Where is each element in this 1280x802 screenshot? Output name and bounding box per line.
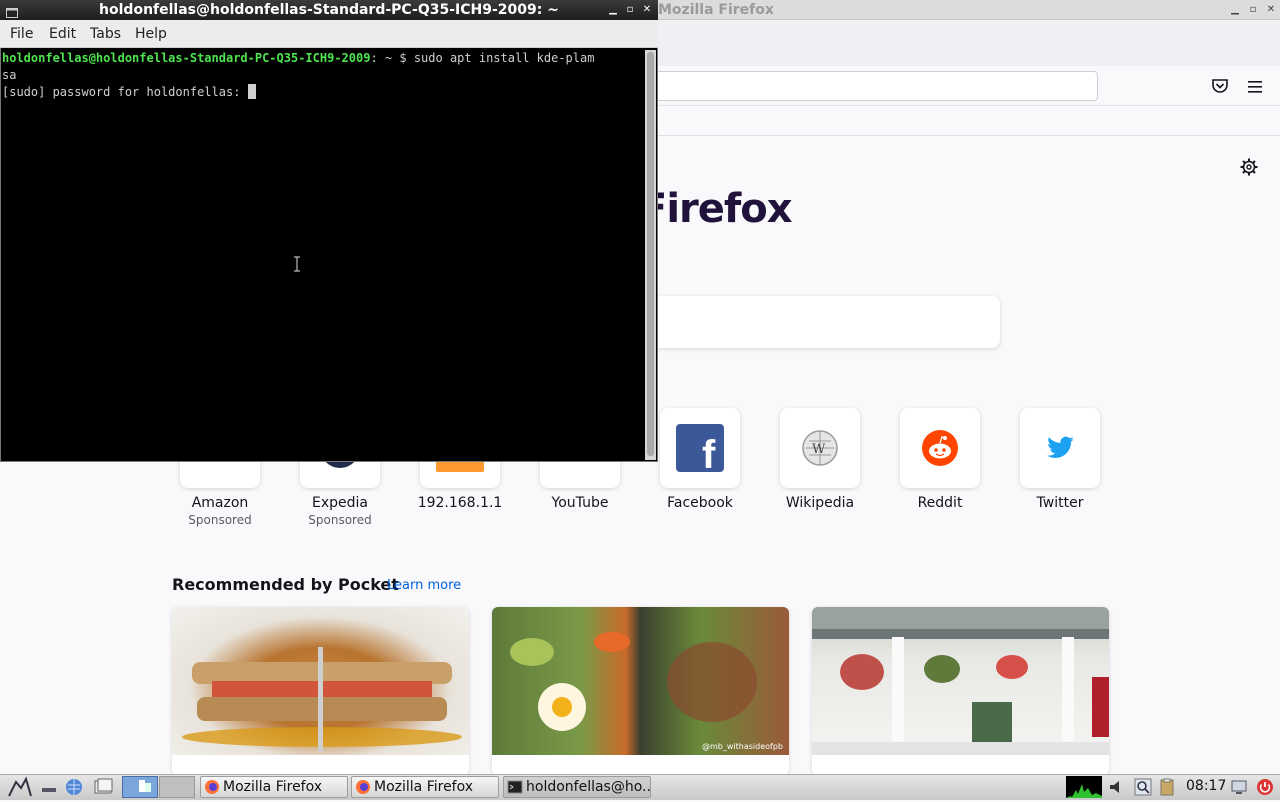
shortcut-label: YouTube — [551, 495, 609, 511]
pocket-card-image — [812, 607, 1109, 755]
terminal-line: holdonfellas@holdonfellas-Standard-PC-Q3… — [2, 50, 644, 67]
svg-text:W: W — [812, 442, 826, 457]
menu-file[interactable]: File — [10, 26, 33, 42]
firefox-minimize-button[interactable]: ▁ — [1228, 3, 1242, 17]
shortcut-facebook[interactable]: f — [660, 408, 740, 488]
shortcut-label: Amazon — [191, 495, 249, 511]
firefox-window-title: Mozilla Firefox — [658, 2, 774, 18]
sponsored-label: Sponsored — [188, 513, 252, 527]
firefox-icon — [204, 779, 220, 795]
shortcut-twitter[interactable] — [1020, 408, 1100, 488]
terminal-line: sa — [2, 68, 17, 82]
search-icon[interactable] — [1134, 778, 1152, 796]
terminal-minimize-button[interactable]: ▁ — [606, 3, 620, 17]
shortcut-label: Facebook — [667, 495, 733, 511]
browser-launcher-icon[interactable] — [64, 777, 84, 797]
volume-icon[interactable] — [1108, 778, 1126, 796]
shortcut-label: Expedia — [312, 495, 368, 511]
pocket-learn-more-link[interactable]: Learn more — [387, 578, 461, 593]
file-manager-icon[interactable] — [94, 778, 114, 796]
pocket-card[interactable] — [172, 607, 469, 775]
start-menu-icon[interactable] — [6, 776, 34, 798]
workspace-2-button[interactable] — [159, 776, 195, 798]
pocket-card[interactable]: @mb_withasideofpb — [492, 607, 789, 775]
firefox-brand-wordmark: Firefox — [640, 186, 793, 232]
firefox-icon — [355, 779, 371, 795]
terminal-maximize-button[interactable]: ▫ — [623, 3, 637, 17]
task-firefox-2[interactable]: Mozilla Firefox — [351, 776, 499, 798]
pocket-card-image: @mb_withasideofpb — [492, 607, 789, 755]
firefox-maximize-button[interactable]: ▫ — [1246, 3, 1260, 17]
firefox-close-button[interactable]: ✕ — [1264, 3, 1278, 17]
shortcut-label: Reddit — [917, 495, 963, 511]
terminal-scroll-thumb[interactable] — [647, 52, 654, 456]
reddit-icon — [921, 429, 959, 467]
cpu-monitor-graph — [1066, 776, 1102, 798]
terminal-title: holdonfellas@holdonfellas-Standard-PC-Q3… — [99, 2, 559, 18]
ibeam-cursor-icon — [293, 256, 301, 272]
workspace-1-button[interactable] — [122, 776, 158, 798]
terminal-line: [sudo] password for holdonfellas: — [2, 84, 644, 101]
pocket-save-icon[interactable] — [1211, 78, 1229, 94]
shortcut-label: Wikipedia — [785, 495, 855, 511]
prompt-user-host: holdonfellas@holdonfellas-Standard-PC-Q3… — [2, 51, 371, 65]
terminal-icon — [507, 779, 523, 795]
command-text: sudo apt install kde-plam — [413, 51, 595, 65]
shortcut-reddit[interactable] — [900, 408, 980, 488]
screen-lock-icon[interactable] — [1230, 778, 1248, 796]
app-menu-icon[interactable] — [1248, 79, 1264, 93]
image-watermark: @mb_withasideofpb — [702, 742, 784, 751]
pocket-card[interactable] — [812, 607, 1109, 775]
terminal-close-button[interactable]: ✕ — [640, 3, 654, 17]
shortcut-label: 192.168.1.1 — [417, 495, 503, 511]
gear-icon[interactable] — [1240, 158, 1258, 176]
menu-help[interactable]: Help — [135, 26, 167, 42]
prompt-suffix: : ~ $ — [370, 51, 414, 65]
sponsored-label: Sponsored — [308, 513, 372, 527]
shortcut-wikipedia[interactable]: W — [780, 408, 860, 488]
clipboard-icon[interactable] — [1158, 778, 1176, 796]
newtab-search-input[interactable] — [640, 296, 1000, 348]
power-icon[interactable] — [1256, 778, 1274, 796]
pocket-card-image — [172, 607, 469, 755]
svg-text:f: f — [702, 433, 716, 472]
text-cursor — [247, 84, 256, 99]
clock[interactable]: 08:17 — [1186, 778, 1226, 794]
shortcut-label: Twitter — [1036, 495, 1084, 511]
facebook-icon: f — [676, 424, 724, 477]
address-bar[interactable] — [640, 71, 1098, 101]
show-desktop-icon[interactable] — [40, 778, 58, 796]
pocket-heading: Recommended by Pocket — [172, 575, 399, 594]
terminal-output[interactable]: holdonfellas@holdonfellas-Standard-PC-Q3… — [2, 50, 644, 458]
menu-edit[interactable]: Edit — [49, 26, 76, 42]
wikipedia-globe-icon: W — [801, 429, 839, 467]
menu-tabs[interactable]: Tabs — [90, 26, 121, 42]
sudo-password-prompt: [sudo] password for holdonfellas: — [2, 85, 248, 99]
twitter-bird-icon — [1044, 433, 1076, 463]
task-firefox-1[interactable]: Mozilla Firefox — [200, 776, 348, 798]
task-terminal[interactable]: holdonfellas@ho... — [503, 776, 651, 798]
